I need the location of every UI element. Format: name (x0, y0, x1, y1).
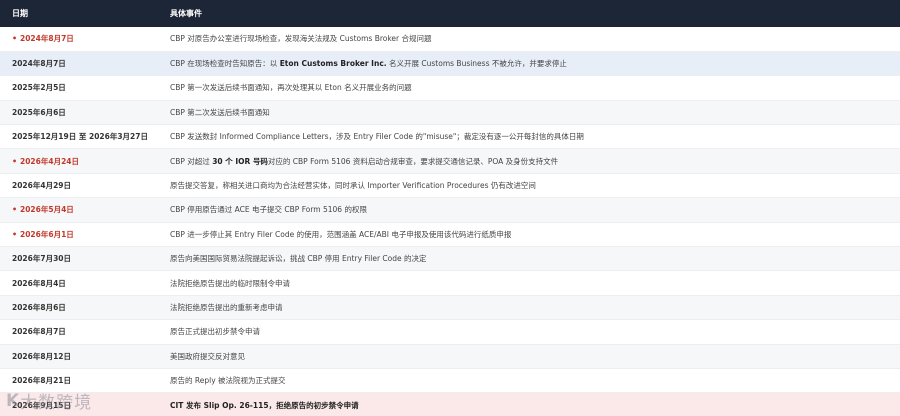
row-date: • 2024年8月7日 (0, 27, 160, 52)
table-row: 2026年8月12日 美国政府提交反对意见 (0, 344, 900, 369)
key-event-bullet: • (12, 156, 18, 166)
row-event-pre: 美国政府提交反对意见 (170, 351, 245, 361)
row-event-pre: CBP 发送数封 Informed Compliance Letters，涉及 … (170, 132, 584, 142)
row-event: 原告向美国国际贸易法院提起诉讼，挑战 CBP 停用 Entry Filer Co… (160, 246, 900, 272)
row-date: 2024年8月7日 (0, 51, 160, 77)
watermark-logo-text: 大数跨境 (20, 393, 93, 413)
row-date-text: 2026年4月24日 (20, 156, 80, 166)
row-event: 法院拒绝原告提出的临时限制令申请 (160, 270, 900, 296)
row-event: CBP 第一次发送后续书面通知，再次处理其以 Eton 名义开展业务的问题 (160, 75, 900, 101)
row-date: • 2026年4月24日 (0, 148, 160, 174)
row-event-pre: 原告向美国国际贸易法院提起诉讼，挑战 CBP 停用 Entry Filer Co… (170, 254, 427, 264)
row-date: 2026年4月29日 (0, 173, 160, 199)
row-date-text: 2026年8月12日 (12, 351, 72, 361)
timeline-body: • 2024年8月7日 CBP 对原告办公室进行现场检查，发现海关法规及 Custo… (0, 27, 900, 416)
row-date-text: 2026年8月21日 (12, 376, 72, 386)
table-row: 2026年8月4日 法院拒绝原告提出的临时限制令申请 (0, 270, 900, 296)
column-header-date: 日期 (12, 9, 28, 18)
row-event-bold: Eton Customs Broker Inc. (279, 59, 387, 69)
row-event: 法院拒绝原告提出的重新考虑申请 (160, 295, 900, 321)
row-event: 美国政府提交反对意见 (160, 344, 900, 369)
row-event-post: 名义开展 Customs Business 不被允许，并要求停止 (386, 59, 567, 69)
row-event: 原告的 Reply 被法院视为正式提交 (160, 368, 900, 394)
row-event: CBP 停用原告通过 ACE 电子提交 CBP Form 5106 的权限 (160, 197, 900, 223)
row-date-text: 2025年6月6日 (12, 107, 66, 117)
row-event: CIT 发布 Slip Op. 26-115，拒绝原告的初步禁令申请 (160, 392, 900, 416)
table-row: 2025年2月5日 CBP 第一次发送后续书面通知，再次处理其以 Eton 名义开… (0, 75, 900, 101)
row-date: • 2026年5月4日 (0, 197, 160, 223)
row-date: 2026年8月7日 (0, 319, 160, 345)
table-row: 2025年6月6日 CBP 第二次发送后续书面通知 (0, 100, 900, 126)
row-date: 2026年8月4日 (0, 270, 160, 296)
row-event-pre: CBP 对超过 (170, 156, 213, 166)
row-date: 2025年6月6日 (0, 100, 160, 126)
row-event: CBP 发送数封 Informed Compliance Letters，涉及 … (160, 124, 900, 150)
row-date-text: 2025年12月19日 至 2026年3月27日 (12, 132, 148, 142)
row-event-bold: 30 个 IOR 号码 (212, 156, 268, 166)
table-header-row: 日期 具体事件 (0, 0, 900, 27)
column-header-event: 具体事件 (170, 9, 202, 18)
row-date-text: 2026年7月30日 (12, 254, 72, 264)
row-event-pre: 法院拒绝原告提出的重新考虑申请 (170, 302, 283, 312)
row-date: 2025年2月5日 (0, 75, 160, 101)
row-event-pre: CBP 对原告办公室进行现场检查，发现海关法规及 Customs Broker … (170, 34, 432, 44)
row-event-pre: CBP 进一步停止其 Entry Filer Code 的使用，范围涵盖 ACE… (170, 229, 512, 239)
table-row: • 2026年4月24日 CBP 对超过 30 个 IOR 号码对应的 CBP Fo… (0, 148, 900, 174)
key-event-bullet: • (12, 205, 18, 215)
table-row: • 2026年6月1日 CBP 进一步停止其 Entry Filer Code 的使… (0, 222, 900, 248)
table-row: 2026年8月6日 法院拒绝原告提出的重新考虑申请 (0, 295, 900, 321)
row-date: 2025年12月19日 至 2026年3月27日 (0, 124, 160, 150)
row-date-text: 2025年2月5日 (12, 83, 66, 93)
row-event-pre: CBP 停用原告通过 ACE 电子提交 CBP Form 5106 的权限 (170, 205, 367, 215)
row-date-text: 2024年8月7日 (20, 34, 74, 44)
row-event-pre: 原告的 Reply 被法院视为正式提交 (170, 376, 286, 386)
row-date-text: 2026年4月29日 (12, 181, 72, 191)
table-row: 2026年7月30日 原告向美国国际贸易法院提起诉讼，挑战 CBP 停用 Entr… (0, 246, 900, 272)
row-event: 原告提交答复，称相关进口商均为合法经营实体，同时承认 Importer Veri… (160, 173, 900, 199)
row-event: CBP 第二次发送后续书面通知 (160, 100, 900, 126)
row-date: 2026年7月30日 (0, 246, 160, 272)
table-row: 2025年12月19日 至 2026年3月27日 CBP 发送数封 Informe… (0, 124, 900, 150)
watermark-logo: K 大数跨境 (6, 388, 93, 414)
row-date-text: 2026年5月4日 (20, 205, 74, 215)
key-event-bullet: • (12, 34, 18, 44)
row-date-text: 2026年8月7日 (12, 327, 66, 337)
row-date: 2026年8月12日 (0, 344, 160, 369)
row-event-pre: 法院拒绝原告提出的临时限制令申请 (170, 278, 290, 288)
row-event: CBP 进一步停止其 Entry Filer Code 的使用，范围涵盖 ACE… (160, 222, 900, 248)
row-event: 原告正式提出初步禁令申请 (160, 319, 900, 345)
row-date-text: 2026年6月1日 (20, 229, 74, 239)
table-row: 2026年9月15日 CIT 发布 Slip Op. 26-115，拒绝原告的初步… (0, 392, 900, 416)
row-date-text: 2026年8月4日 (12, 278, 66, 288)
timeline-table: 日期 具体事件 • 2024年8月7日 CBP 对原告办公室进行现场检查，发现海关法… (0, 0, 900, 416)
row-event: CBP 对原告办公室进行现场检查，发现海关法规及 Customs Broker … (160, 27, 900, 52)
row-event-pre: 原告正式提出初步禁令申请 (170, 327, 260, 337)
row-event: CBP 在现场检查时告知原告：以 Eton Customs Broker Inc… (160, 51, 900, 77)
row-event-pre: CBP 在现场检查时告知原告：以 (170, 59, 280, 69)
row-date: • 2026年6月1日 (0, 222, 160, 248)
row-event-post: 对应的 CBP Form 5106 资料启动合规审查，要求提交通信记录、POA … (267, 156, 559, 166)
row-event-pre: CBP 第一次发送后续书面通知，再次处理其以 Eton 名义开展业务的问题 (170, 83, 412, 93)
table-row: 2026年8月21日 原告的 Reply 被法院视为正式提交 (0, 368, 900, 394)
table-row: • 2026年5月4日 CBP 停用原告通过 ACE 电子提交 CBP Form 5… (0, 197, 900, 223)
table-row: 2024年8月7日 CBP 在现场检查时告知原告：以 Eton Customs B… (0, 51, 900, 77)
table-row: 2026年4月29日 原告提交答复，称相关进口商均为合法经营实体，同时承认 Imp… (0, 173, 900, 199)
table-row: • 2024年8月7日 CBP 对原告办公室进行现场检查，发现海关法规及 Custo… (0, 27, 900, 52)
row-event-pre: CBP 第二次发送后续书面通知 (170, 107, 270, 117)
row-date-text: 2024年8月7日 (12, 59, 66, 69)
watermark-logo-mark: K (6, 390, 19, 411)
row-date-text: 2026年8月6日 (12, 302, 66, 312)
table-row: 2026年8月7日 原告正式提出初步禁令申请 (0, 319, 900, 345)
key-event-bullet: • (12, 229, 18, 239)
row-date: 2026年8月6日 (0, 295, 160, 321)
row-event-pre: 原告提交答复，称相关进口商均为合法经营实体，同时承认 Importer Veri… (170, 181, 536, 191)
row-event: CBP 对超过 30 个 IOR 号码对应的 CBP Form 5106 资料启… (160, 148, 900, 174)
row-event-bold: CIT 发布 Slip Op. 26-115，拒绝原告的初步禁令申请 (170, 400, 359, 410)
